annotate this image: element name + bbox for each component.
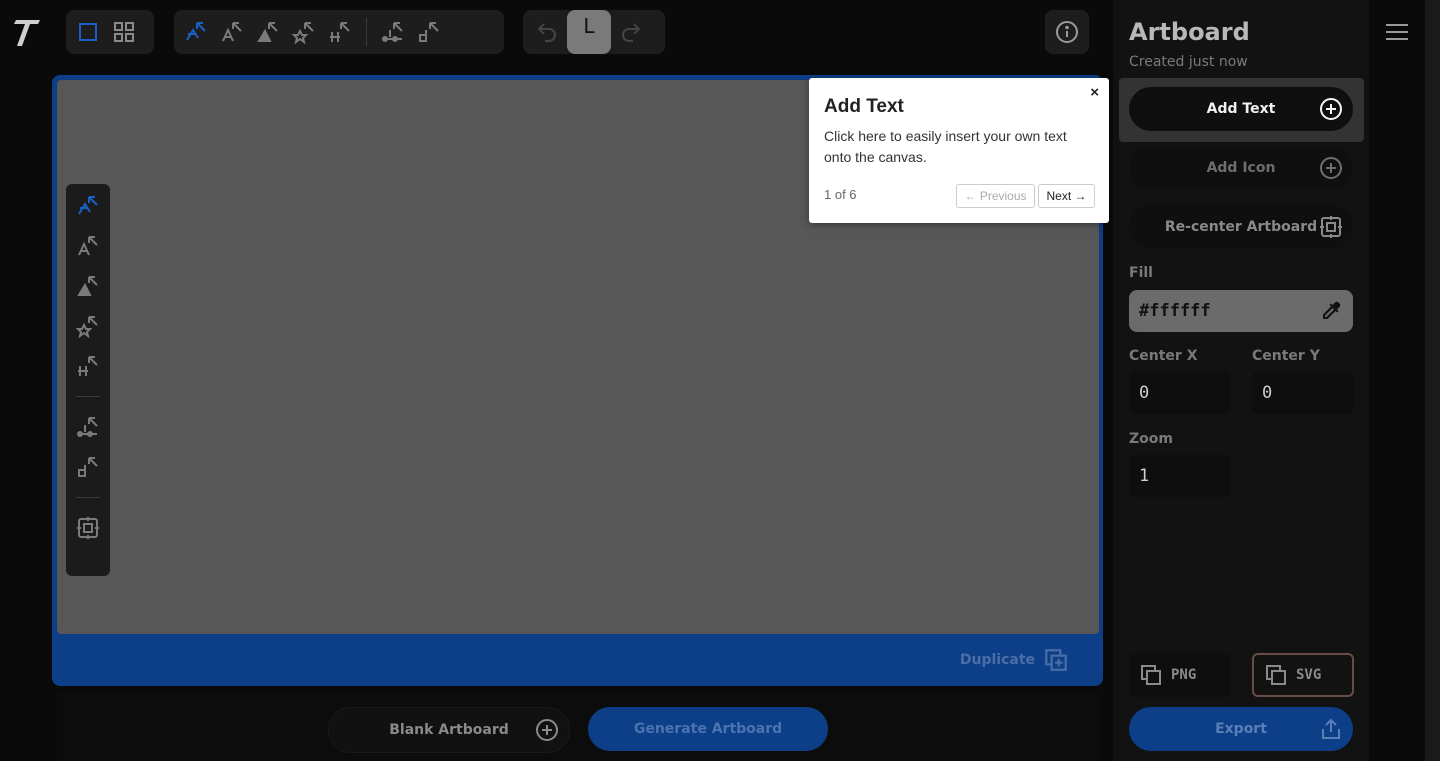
tour-description: Click here to easily insert your own tex…	[824, 128, 1067, 165]
panel-title: Artboard	[1129, 18, 1250, 46]
info-button[interactable]	[1045, 10, 1089, 54]
preview-letter: L	[583, 14, 595, 38]
zoom-input[interactable]: 1	[1129, 455, 1231, 497]
scrollbar[interactable]	[1425, 0, 1440, 761]
layout-tool-5-icon[interactable]	[66, 346, 110, 386]
recenter-artboard-label: Re-center Artboard	[1164, 219, 1318, 235]
duplicate-icon	[1045, 649, 1067, 671]
history-group: L	[523, 10, 665, 54]
layout-tool-3-icon[interactable]	[250, 14, 286, 50]
add-circle-icon	[1320, 157, 1342, 179]
add-icon-label: Add Icon	[1206, 160, 1276, 176]
eyedropper-icon[interactable]	[1319, 299, 1343, 323]
recenter-artboard-button[interactable]: Re-center Artboard	[1129, 205, 1353, 249]
add-circle-icon	[1320, 98, 1342, 120]
add-icon-button[interactable]: Add Icon	[1129, 146, 1353, 190]
export-label: Export	[1215, 721, 1267, 737]
generate-artboard-button[interactable]: Generate Artboard	[588, 707, 828, 751]
recenter-icon[interactable]	[66, 508, 110, 548]
svg-format-button[interactable]: SVG	[1252, 653, 1354, 697]
tour-popover: × Add Text Click here to easily insert y…	[809, 78, 1109, 223]
tour-next-button[interactable]: Next →	[1038, 184, 1095, 208]
layout-tool-7-icon[interactable]	[411, 14, 447, 50]
recenter-icon	[1320, 216, 1342, 238]
toolbar-divider	[366, 18, 367, 46]
svg-label: SVG	[1296, 667, 1322, 683]
add-circle-icon	[536, 719, 558, 741]
hamburger-menu-icon[interactable]	[1386, 24, 1408, 40]
export-button[interactable]: Export	[1129, 707, 1353, 751]
menu-rail	[1369, 0, 1425, 761]
center-x-input[interactable]: 0	[1129, 372, 1231, 414]
layout-tools-group	[174, 10, 504, 54]
layout-tool-6-icon[interactable]	[375, 14, 411, 50]
redo-icon[interactable]	[611, 14, 651, 50]
layout-tool-4-icon[interactable]	[66, 306, 110, 346]
center-x-label: Center X	[1129, 348, 1198, 364]
artboard-actions-bar	[57, 692, 1099, 761]
zoom-label: Zoom	[1129, 431, 1173, 447]
tour-title: Add Text	[824, 96, 904, 117]
fill-label: Fill	[1129, 265, 1153, 281]
png-format-button[interactable]: PNG	[1129, 653, 1231, 697]
layout-tool-1-icon[interactable]	[66, 186, 110, 226]
add-text-button[interactable]: Add Text	[1129, 87, 1353, 131]
layout-tool-6-icon[interactable]	[66, 407, 110, 447]
share-icon	[1322, 718, 1340, 739]
app-logo	[10, 14, 44, 50]
tour-progress: 1 of 6	[824, 187, 857, 202]
png-label: PNG	[1171, 667, 1197, 683]
info-icon	[1056, 21, 1078, 43]
layout-tool-4-icon[interactable]	[286, 14, 322, 50]
undo-icon[interactable]	[527, 14, 567, 50]
generate-artboard-label: Generate Artboard	[633, 721, 783, 737]
single-view-icon[interactable]	[70, 14, 106, 50]
panel-subtitle: Created just now	[1129, 54, 1248, 70]
add-text-label: Add Text	[1206, 101, 1276, 117]
copy-icon	[1141, 665, 1161, 685]
preview-button[interactable]: L	[567, 10, 611, 54]
center-y-input[interactable]: 0	[1252, 372, 1354, 414]
duplicate-button[interactable]: Duplicate	[960, 647, 1069, 673]
layout-tool-2-icon[interactable]	[66, 226, 110, 266]
layout-tool-3-icon[interactable]	[66, 266, 110, 306]
view-mode-group	[66, 10, 154, 54]
layout-tool-7-icon[interactable]	[66, 447, 110, 487]
vertical-toolbar-divider	[76, 497, 100, 498]
vertical-toolbar	[66, 184, 110, 576]
layout-tool-1-icon[interactable]	[178, 14, 214, 50]
vertical-toolbar-divider	[76, 396, 100, 397]
blank-artboard-label: Blank Artboard	[389, 722, 509, 738]
tour-previous-button[interactable]: ← Previous	[956, 184, 1035, 208]
close-icon[interactable]: ×	[1090, 84, 1099, 101]
duplicate-label: Duplicate	[959, 652, 1035, 668]
fill-color-field[interactable]: #ffffff	[1129, 290, 1353, 332]
blank-artboard-button[interactable]: Blank Artboard	[328, 707, 570, 753]
layout-tool-5-icon[interactable]	[322, 14, 358, 50]
layout-tool-2-icon[interactable]	[214, 14, 250, 50]
fill-color-value: #ffffff	[1139, 301, 1211, 321]
center-y-label: Center Y	[1252, 348, 1320, 364]
copy-icon	[1266, 665, 1286, 685]
grid-view-icon[interactable]	[106, 14, 142, 50]
